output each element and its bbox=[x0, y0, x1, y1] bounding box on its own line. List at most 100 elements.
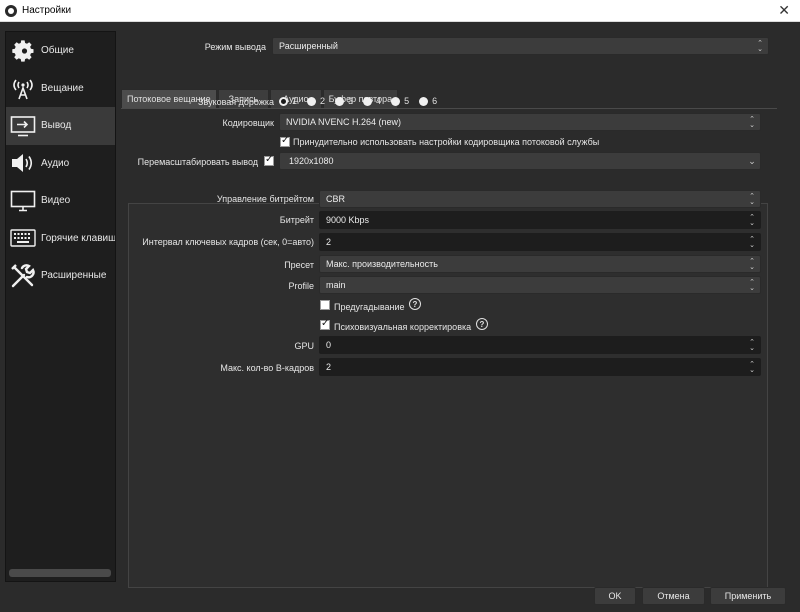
spin-arrows-icon[interactable]: ⌃ ⌄ bbox=[746, 235, 758, 250]
apply-button[interactable]: Применить bbox=[710, 587, 786, 605]
help-icon[interactable]: ? bbox=[476, 318, 488, 330]
lookahead-checkbox[interactable] bbox=[320, 300, 330, 310]
title-bar: Настройки ✕ bbox=[0, 0, 800, 22]
updown-arrows-icon: ⌃ ⌄ bbox=[749, 192, 755, 206]
lookahead-label: Предугадывание bbox=[334, 302, 405, 312]
gear-icon bbox=[10, 38, 36, 64]
profile-value: main bbox=[326, 280, 346, 290]
gpu-spinbox[interactable]: 0 ⌃ ⌄ bbox=[319, 336, 761, 354]
settings-dialog: Общие Вещание Вывод Аудио Видео Горячие … bbox=[0, 22, 800, 612]
preset-value: Макс. производительность bbox=[326, 259, 438, 269]
sidebar: Общие Вещание Вывод Аудио Видео Горячие … bbox=[5, 31, 116, 582]
spin-arrows-icon[interactable]: ⌃ ⌄ bbox=[746, 360, 758, 375]
bframes-label: Макс. кол-во B-кадров bbox=[220, 363, 314, 373]
keyframe-spinbox[interactable]: 2 ⌃ ⌄ bbox=[319, 233, 761, 251]
monitor-icon bbox=[10, 188, 36, 214]
audio-track-option[interactable]: 5 bbox=[391, 96, 409, 106]
audio-track-option[interactable]: 2 bbox=[307, 96, 325, 106]
radio-icon[interactable] bbox=[363, 96, 373, 106]
radio-label: 1 bbox=[292, 96, 298, 106]
output-mode-label: Режим вывода bbox=[204, 42, 266, 52]
sidebar-item-label: Общие bbox=[41, 45, 74, 57]
bframes-value: 2 bbox=[326, 362, 332, 372]
sidebar-item-hotkeys[interactable]: Горячие клавиши bbox=[6, 220, 115, 258]
keyframe-label: Интервал ключевых кадров (сек, 0=авто) bbox=[142, 237, 314, 247]
sidebar-item-video[interactable]: Видео bbox=[6, 182, 115, 220]
audio-track-label: Звуковая дорожка bbox=[198, 97, 274, 107]
profile-label: Profile bbox=[288, 281, 314, 291]
broadcast-icon bbox=[10, 75, 36, 101]
gpu-label: GPU bbox=[294, 341, 314, 351]
rescale-select[interactable]: 1920x1080 ⌄ bbox=[279, 152, 761, 170]
sidebar-scrollbar[interactable] bbox=[9, 569, 111, 577]
obs-logo-icon bbox=[5, 4, 17, 17]
radio-label: 5 bbox=[404, 96, 410, 106]
updown-arrows-icon: ⌃ ⌄ bbox=[749, 257, 755, 271]
sidebar-item-label: Видео bbox=[41, 195, 71, 207]
enforce-label: Принудительно использовать настройки код… bbox=[293, 137, 600, 147]
psycho-visual-checkbox[interactable] bbox=[320, 318, 330, 330]
gpu-value: 0 bbox=[326, 340, 332, 350]
audio-track-option[interactable]: 6 bbox=[419, 96, 437, 106]
close-icon[interactable]: ✕ bbox=[778, 2, 790, 19]
enforce-checkbox[interactable] bbox=[280, 135, 290, 147]
radio-icon[interactable] bbox=[307, 96, 317, 106]
preset-select[interactable]: Макс. производительность ⌃ ⌄ bbox=[319, 255, 761, 273]
sidebar-item-label: Аудио bbox=[41, 157, 70, 169]
speaker-icon bbox=[10, 150, 36, 176]
radio-label: 4 bbox=[376, 96, 382, 106]
spin-arrows-icon[interactable]: ⌃ ⌄ bbox=[746, 213, 758, 228]
sidebar-item-audio[interactable]: Аудио bbox=[6, 145, 115, 183]
preset-label: Пресет bbox=[284, 260, 314, 270]
radio-icon[interactable] bbox=[335, 96, 345, 106]
audio-track-option[interactable]: 1 bbox=[279, 96, 297, 106]
bframes-spinbox[interactable]: 2 ⌃ ⌄ bbox=[319, 358, 761, 376]
help-icon[interactable]: ? bbox=[409, 298, 421, 310]
keyboard-icon bbox=[10, 225, 36, 251]
encoder-label: Кодировщик bbox=[222, 118, 275, 128]
sidebar-item-label: Вывод bbox=[41, 120, 72, 132]
rescale-checkbox[interactable] bbox=[264, 154, 274, 166]
output-icon bbox=[10, 113, 36, 139]
sidebar-item-output[interactable]: Вывод bbox=[6, 107, 115, 145]
encoder-value: NVIDIA NVENC H.264 (new) bbox=[286, 117, 402, 127]
sidebar-item-label: Вещание bbox=[41, 82, 84, 94]
bitrate-value: 9000 Kbps bbox=[326, 215, 370, 225]
updown-arrows-icon: ⌃ ⌄ bbox=[749, 115, 755, 129]
sidebar-item-label: Расширенные bbox=[41, 270, 107, 282]
updown-arrows-icon: ⌃ ⌄ bbox=[749, 278, 755, 292]
radio-icon[interactable] bbox=[419, 96, 429, 106]
profile-select[interactable]: main ⌃ ⌄ bbox=[319, 276, 761, 294]
tab-divider bbox=[121, 108, 777, 109]
radio-icon[interactable] bbox=[279, 96, 288, 106]
radio-label: 3 bbox=[348, 96, 354, 106]
sidebar-item-advanced[interactable]: Расширенные bbox=[6, 257, 115, 295]
bitrate-label: Битрейт bbox=[279, 215, 314, 225]
psycho-visual-label: Психовизуальная корректировка bbox=[334, 322, 472, 332]
cancel-button[interactable]: Отмена bbox=[642, 587, 705, 605]
rate-control-value: CBR bbox=[326, 194, 346, 204]
chevron-down-icon: ⌄ bbox=[748, 155, 756, 166]
rescale-value: 1920x1080 bbox=[289, 156, 334, 166]
rate-control-label: Управление битрейтом bbox=[216, 194, 314, 204]
bitrate-spinbox[interactable]: 9000 Kbps ⌃ ⌄ bbox=[319, 211, 761, 229]
output-mode-select[interactable]: Расширенный ⌃ ⌄ bbox=[272, 37, 769, 55]
encoder-select[interactable]: NVIDIA NVENC H.264 (new) ⌃ ⌄ bbox=[279, 113, 761, 131]
rate-control-select[interactable]: CBR ⌃ ⌄ bbox=[319, 190, 761, 208]
sidebar-item-broadcast[interactable]: Вещание bbox=[6, 70, 115, 108]
radio-label: 2 bbox=[320, 96, 326, 106]
audio-track-option[interactable]: 3 bbox=[335, 96, 353, 106]
sidebar-item-label: Горячие клавиши bbox=[41, 232, 116, 244]
output-mode-value: Расширенный bbox=[279, 41, 338, 51]
ok-button[interactable]: OK bbox=[594, 587, 636, 605]
spin-arrows-icon[interactable]: ⌃ ⌄ bbox=[746, 338, 758, 353]
keyframe-value: 2 bbox=[326, 237, 332, 247]
window-title: Настройки bbox=[22, 5, 72, 16]
radio-label: 6 bbox=[432, 96, 438, 106]
rescale-label: Перемасштабировать вывод bbox=[137, 157, 258, 167]
tools-icon bbox=[10, 263, 36, 289]
sidebar-item-general[interactable]: Общие bbox=[6, 32, 115, 70]
audio-track-radios: 1 2 3 4 5 6 bbox=[279, 96, 447, 106]
radio-icon[interactable] bbox=[391, 96, 401, 106]
audio-track-option[interactable]: 4 bbox=[363, 96, 381, 106]
